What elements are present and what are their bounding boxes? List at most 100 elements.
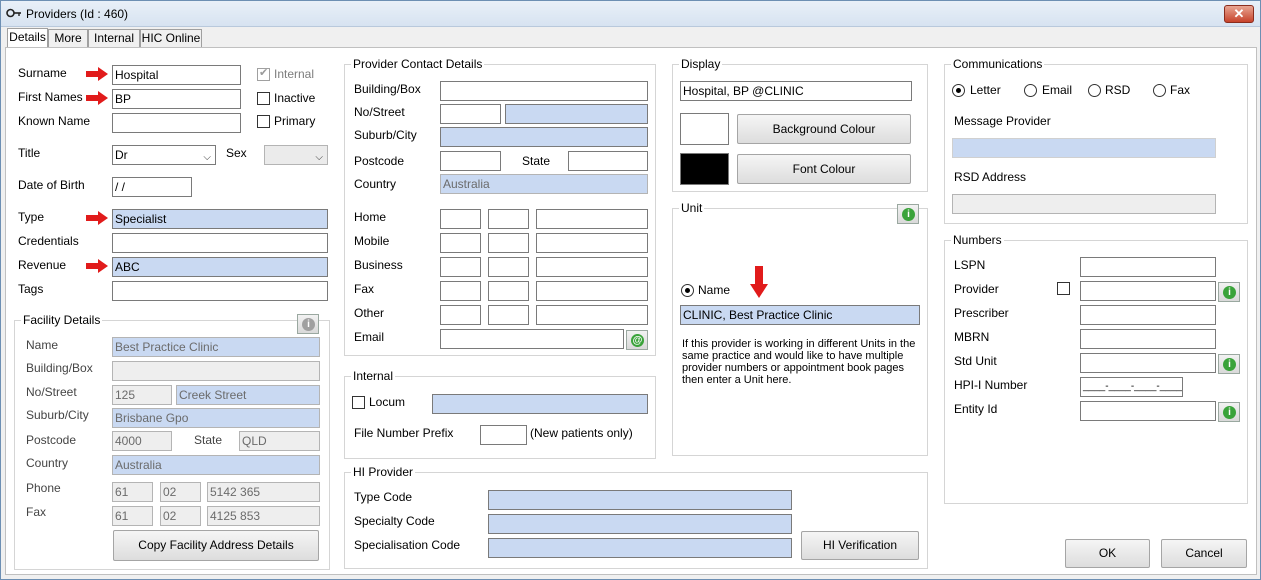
- entity-info-button[interactable]: i: [1218, 402, 1240, 422]
- tab-details[interactable]: Details: [7, 28, 48, 47]
- other-country-input[interactable]: [440, 305, 481, 325]
- dob-label: Date of Birth: [18, 178, 85, 192]
- contact-postcode-input[interactable]: [440, 151, 501, 171]
- specialty-code-label: Specialty Code: [354, 514, 435, 528]
- fax-area-input[interactable]: [488, 281, 529, 301]
- arrow-right-icon: [86, 259, 108, 273]
- contact-street-no-input[interactable]: [440, 104, 501, 124]
- arrow-right-icon: [86, 91, 108, 105]
- communications-title: Communications: [951, 57, 1045, 71]
- facility-fax-area: 02: [160, 506, 201, 526]
- email-radio[interactable]: [1024, 84, 1037, 97]
- contact-email-label: Email: [354, 330, 385, 344]
- unit-name-label: Name: [698, 283, 731, 297]
- contact-state-input[interactable]: [568, 151, 648, 171]
- type-input[interactable]: Specialist: [112, 209, 328, 229]
- contact-building-input[interactable]: [440, 81, 648, 101]
- entity-id-input[interactable]: [1080, 401, 1216, 421]
- rsd-address-input[interactable]: [952, 194, 1216, 214]
- copy-facility-address-button[interactable]: Copy Facility Address Details: [113, 530, 319, 561]
- sex-select[interactable]: ⌵: [264, 145, 328, 165]
- facility-suburb-label: Suburb/City: [26, 408, 89, 422]
- std-unit-info-button[interactable]: i: [1218, 354, 1240, 374]
- surname-input[interactable]: Hospital: [112, 65, 241, 85]
- home-country-input[interactable]: [440, 209, 481, 229]
- provider-info-button[interactable]: i: [1218, 282, 1240, 302]
- prescriber-label: Prescriber: [954, 306, 1009, 320]
- provider-number-input[interactable]: [1080, 281, 1216, 301]
- contact-country-input[interactable]: Australia: [440, 174, 648, 194]
- specialty-code-input[interactable]: [488, 514, 792, 534]
- display-name-input[interactable]: Hospital, BP @CLINIC: [680, 81, 912, 101]
- fax-country-input[interactable]: [440, 281, 481, 301]
- mobile-area-input[interactable]: [488, 233, 529, 253]
- business-country-input[interactable]: [440, 257, 481, 277]
- lspn-input[interactable]: [1080, 257, 1216, 277]
- tab-internal[interactable]: Internal: [88, 29, 140, 47]
- background-colour-button[interactable]: Background Colour: [737, 114, 911, 144]
- tab-hic-online[interactable]: HIC Online: [140, 29, 202, 47]
- title-select[interactable]: Dr ⌵: [112, 145, 216, 165]
- cancel-button[interactable]: Cancel: [1161, 539, 1247, 568]
- inactive-label: Inactive: [274, 91, 316, 105]
- contact-street-input[interactable]: [505, 104, 648, 124]
- first-names-input[interactable]: BP: [112, 89, 241, 109]
- message-provider-input[interactable]: [952, 138, 1216, 158]
- unit-name-radio[interactable]: [681, 284, 694, 297]
- facility-street-field: Creek Street: [176, 385, 320, 405]
- dob-input[interactable]: / /: [112, 177, 192, 197]
- email-button[interactable]: @: [626, 330, 648, 350]
- facility-info-button[interactable]: i: [297, 314, 319, 334]
- contact-suburb-input[interactable]: [440, 127, 648, 147]
- rsd-radio[interactable]: [1088, 84, 1101, 97]
- inactive-checkbox[interactable]: [257, 92, 270, 105]
- fax-number-input[interactable]: [536, 281, 648, 301]
- info-icon: i: [302, 318, 315, 331]
- info-icon: i: [1223, 406, 1236, 419]
- hpii-input[interactable]: ____-____-____-____: [1080, 377, 1183, 397]
- title-value: Dr: [115, 148, 128, 162]
- locum-input[interactable]: [432, 394, 648, 414]
- hi-verification-button[interactable]: HI Verification: [801, 531, 919, 560]
- specialisation-code-input[interactable]: [488, 538, 792, 558]
- business-area-input[interactable]: [488, 257, 529, 277]
- unit-name-input[interactable]: CLINIC, Best Practice Clinic: [680, 305, 920, 325]
- fax-radio-label: Fax: [1170, 83, 1191, 97]
- contact-mobile-label: Mobile: [354, 234, 390, 248]
- locum-checkbox[interactable]: [352, 396, 365, 409]
- tab-more[interactable]: More: [48, 29, 88, 47]
- known-name-input[interactable]: [112, 113, 241, 133]
- primary-label: Primary: [274, 114, 316, 128]
- email-input[interactable]: [440, 329, 624, 349]
- title-label: Title: [18, 146, 41, 160]
- home-number-input[interactable]: [536, 209, 648, 229]
- business-number-input[interactable]: [536, 257, 648, 277]
- tags-label: Tags: [18, 282, 44, 296]
- facility-building-label: Building/Box: [26, 361, 93, 375]
- credentials-input[interactable]: [112, 233, 328, 253]
- tags-input[interactable]: [112, 281, 328, 301]
- mbrn-input[interactable]: [1080, 329, 1216, 349]
- mobile-country-input[interactable]: [440, 233, 481, 253]
- provider-number-checkbox[interactable]: [1057, 282, 1070, 295]
- close-button[interactable]: ✕: [1224, 5, 1254, 23]
- prescriber-input[interactable]: [1080, 305, 1216, 325]
- revenue-input[interactable]: ABC: [112, 257, 328, 277]
- mobile-number-input[interactable]: [536, 233, 648, 253]
- std-unit-input[interactable]: [1080, 353, 1216, 373]
- contact-suburb-label: Suburb/City: [354, 128, 417, 142]
- primary-checkbox[interactable]: [257, 115, 270, 128]
- other-number-input[interactable]: [536, 305, 648, 325]
- other-area-input[interactable]: [488, 305, 529, 325]
- internal-checkbox[interactable]: ✔: [257, 67, 270, 81]
- fax-radio[interactable]: [1153, 84, 1166, 97]
- ok-button[interactable]: OK: [1065, 539, 1150, 568]
- home-area-input[interactable]: [488, 209, 529, 229]
- numbers-title: Numbers: [951, 233, 1004, 247]
- type-code-input[interactable]: [488, 490, 792, 510]
- font-colour-button[interactable]: Font Colour: [737, 154, 911, 184]
- letter-radio[interactable]: [952, 84, 965, 97]
- unit-info-button[interactable]: i: [897, 204, 919, 224]
- facility-postcode-field: 4000: [112, 431, 172, 451]
- file-prefix-input[interactable]: [480, 425, 527, 445]
